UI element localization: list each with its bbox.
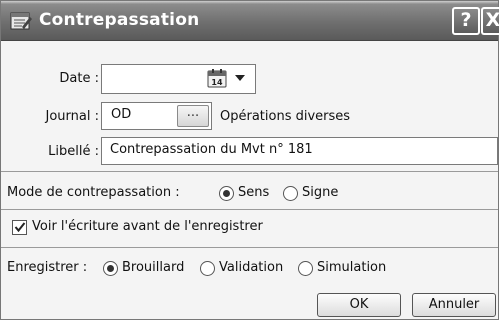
title-bar[interactable]: Contrepassation ? X: [1, 1, 499, 41]
separator: [1, 247, 498, 248]
journal-code-value: OD: [111, 107, 132, 122]
preview-label[interactable]: Voir l'écriture avant de l'enregistrer: [32, 219, 263, 234]
enregistrer-validation-radio[interactable]: [200, 261, 215, 276]
chevron-down-icon[interactable]: [233, 72, 247, 84]
journal-name: Opérations diverses: [220, 109, 351, 124]
preview-checkbox[interactable]: [12, 220, 27, 235]
libelle-field[interactable]: Contrepassation du Mvt n° 181: [101, 137, 498, 165]
app-icon: [10, 12, 32, 30]
cancel-button[interactable]: Annuler: [412, 293, 496, 317]
calendar-day: 14: [211, 78, 223, 87]
check-icon: [14, 222, 26, 233]
mode-sens-label[interactable]: Sens: [238, 185, 269, 200]
enregistrer-simulation-radio[interactable]: [298, 261, 313, 276]
mode-signe-radio[interactable]: [283, 186, 298, 201]
enregistrer-brouillard-label[interactable]: Brouillard: [122, 260, 184, 275]
close-button[interactable]: X: [481, 7, 499, 35]
enregistrer-validation-label[interactable]: Validation: [219, 260, 283, 275]
mode-label: Mode de contrepassation :: [7, 185, 180, 200]
libelle-label: Libellé :: [48, 144, 99, 159]
mode-sens-radio[interactable]: [219, 186, 234, 201]
enregistrer-brouillard-radio[interactable]: [103, 261, 118, 276]
separator: [1, 209, 498, 210]
window-title: Contrepassation: [39, 10, 200, 30]
ok-button[interactable]: OK: [317, 293, 401, 317]
libelle-value: Contrepassation du Mvt n° 181: [110, 142, 313, 157]
help-button[interactable]: ?: [452, 7, 480, 35]
separator: [1, 171, 498, 172]
mode-signe-label[interactable]: Signe: [302, 185, 338, 200]
dialog-window: Contrepassation ? X Date : 14 Journal : …: [0, 0, 499, 320]
journal-browse-button[interactable]: ...: [177, 105, 209, 127]
date-label: Date :: [59, 71, 99, 86]
enregistrer-simulation-label[interactable]: Simulation: [317, 260, 386, 275]
journal-label: Journal :: [45, 109, 99, 124]
enregistrer-label: Enregistrer :: [7, 260, 88, 275]
calendar-icon[interactable]: 14: [207, 69, 227, 88]
